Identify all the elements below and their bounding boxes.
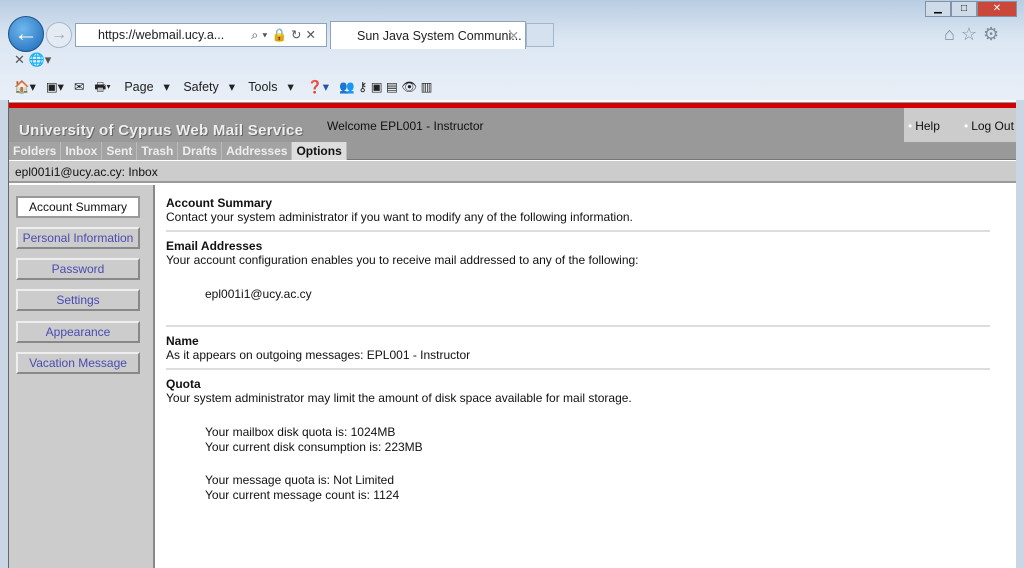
back-button[interactable]: ← xyxy=(8,16,44,52)
breadcrumb: epl001i1@ucy.ac.cy: Inbox xyxy=(9,161,1016,183)
sidebar-item-personal-information[interactable]: Personal Information xyxy=(16,227,140,249)
divider xyxy=(166,368,990,370)
safety-menu-label: Safety xyxy=(183,80,219,94)
disk-quota: Your mailbox disk quota is: 1024MB xyxy=(205,425,396,439)
tab-inbox[interactable]: Inbox xyxy=(61,142,103,160)
page-menu[interactable]: Page ▾ xyxy=(124,80,169,94)
safety-menu[interactable]: Safety ▾ xyxy=(183,80,235,94)
tools-menu[interactable]: Tools ▾ xyxy=(248,80,293,94)
url-text: https://webmail.ucy.a... xyxy=(98,28,225,42)
mail-icon[interactable]: ✉ xyxy=(74,80,84,94)
minimize-icon[interactable]: ▁ xyxy=(925,1,951,17)
message-quota: Your message quota is: Not Limited xyxy=(205,473,394,487)
address-bar[interactable]: https://webmail.ucy.a... ⌕▾🔒↻✕ xyxy=(75,23,327,47)
welcome-text: Welcome EPL001 - Instructor xyxy=(327,119,484,133)
webmail-page: University of Cyprus Web Mail Service We… xyxy=(8,100,1016,568)
sidebar-item-account-summary[interactable]: Account Summary xyxy=(16,196,140,218)
favorites-star-icon[interactable]: ☆ xyxy=(961,24,983,44)
main-content: Account Summary Contact your system admin… xyxy=(157,185,1016,568)
section-title: Quota xyxy=(166,377,201,391)
compat-view-icon[interactable]: 🌐▾ xyxy=(29,52,52,67)
message-count: Your current message count is: 1124 xyxy=(205,488,400,502)
close-toolbar-icon[interactable]: ✕ xyxy=(14,52,25,67)
tools-menu-label: Tools xyxy=(248,80,278,94)
browser-tab[interactable]: Sun Java System Communi... ✕ xyxy=(330,21,526,49)
home-icon[interactable]: 🏠▾ xyxy=(14,80,36,94)
sidebar-item-vacation-message[interactable]: Vacation Message xyxy=(16,352,140,374)
section-title: Account Summary xyxy=(166,196,273,210)
section-title: Name xyxy=(166,334,199,348)
tab-folders[interactable]: Folders xyxy=(9,142,62,160)
feeds-icon[interactable]: ▣▾ xyxy=(46,80,64,94)
toolbar-row-1: ✕ 🌐▾ xyxy=(14,52,51,68)
section-text: As it appears on outgoing messages: EPL0… xyxy=(166,348,471,362)
name-section: Name As it appears on outgoing messages: … xyxy=(166,334,990,363)
sidebar: Account Summary Personal Information Pas… xyxy=(9,185,155,568)
help-icon[interactable]: ❓▾ xyxy=(307,80,329,94)
divider xyxy=(166,230,990,232)
header-links: Help Log Out xyxy=(904,108,1016,142)
divider xyxy=(166,325,990,327)
forward-button[interactable]: → xyxy=(46,22,72,48)
section-text: Contact your system administrator if you… xyxy=(166,210,633,224)
addon-icons[interactable]: 👥 ⚷ ▣ ▤ 👁 ▥ xyxy=(339,80,432,94)
email-address: epl001i1@ucy.ac.cy xyxy=(205,287,312,301)
tab-drafts[interactable]: Drafts xyxy=(178,142,223,160)
sidebar-item-settings[interactable]: Settings xyxy=(16,289,140,311)
browser-right-icons: ⌂☆⚙ xyxy=(944,24,1005,45)
command-bar: 🏠▾ ▣▾ ✉ 🖶▾ Page ▾ Safety ▾ Tools ▾ ❓▾ 👥 ⚷ ▣ ▤ 👁… xyxy=(14,78,442,99)
email-addresses-section: Email Addresses Your account configuratio… xyxy=(166,239,990,268)
account-summary-section: Account Summary Contact your system admin… xyxy=(166,196,990,225)
close-tab-icon[interactable]: ✕ xyxy=(509,22,519,50)
gear-icon[interactable]: ⚙ xyxy=(983,24,1005,44)
logout-link[interactable]: Log Out xyxy=(964,119,1014,133)
disk-usage: Your current disk consumption is: 223MB xyxy=(205,440,423,454)
section-title: Email Addresses xyxy=(166,239,263,253)
sidebar-item-appearance[interactable]: Appearance xyxy=(16,321,140,343)
section-text: Your account configuration enables you t… xyxy=(166,253,639,267)
home-icon[interactable]: ⌂ xyxy=(944,24,961,44)
nav-tabs: Folders Inbox Sent Trash Drafts Addresse… xyxy=(9,142,1016,160)
page-menu-label: Page xyxy=(124,80,154,94)
section-text: Your system administrator may limit the … xyxy=(166,391,632,405)
maximize-icon[interactable]: □ xyxy=(951,1,977,17)
address-bar-icons[interactable]: ⌕▾🔒↻✕ xyxy=(251,24,320,46)
tab-trash[interactable]: Trash xyxy=(137,142,179,160)
quota-section: Quota Your system administrator may limit… xyxy=(166,377,990,406)
help-link[interactable]: Help xyxy=(908,119,940,133)
print-icon[interactable]: 🖶▾ xyxy=(94,80,110,94)
close-window-icon[interactable]: ✕ xyxy=(977,1,1017,17)
sidebar-item-password[interactable]: Password xyxy=(16,258,140,280)
header: University of Cyprus Web Mail Service We… xyxy=(9,108,1016,142)
tab-title: Sun Java System Communi... xyxy=(357,29,522,43)
tab-sent[interactable]: Sent xyxy=(102,142,138,160)
tab-options[interactable]: Options xyxy=(292,142,347,160)
brand-title: University of Cyprus Web Mail Service xyxy=(19,122,304,139)
new-tab-button[interactable] xyxy=(526,23,554,47)
tab-addresses[interactable]: Addresses xyxy=(222,142,293,160)
window-controls: ▁ □ ✕ xyxy=(925,0,1017,17)
